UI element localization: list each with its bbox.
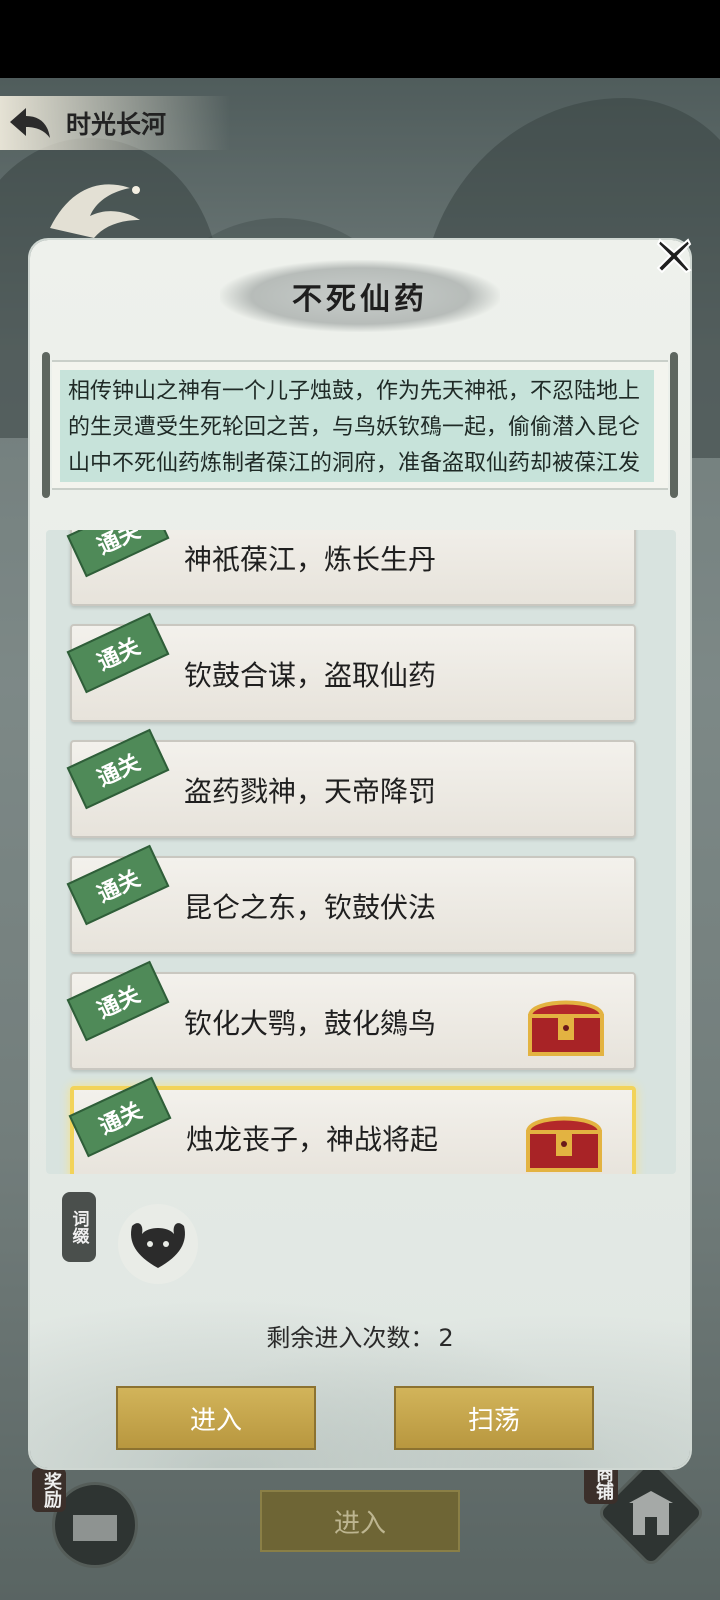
- gate-icon: [629, 1491, 673, 1535]
- reward-label: 奖励: [32, 1468, 66, 1512]
- cleared-badge: 通关: [68, 1076, 172, 1158]
- description-text: 相传钟山之神有一个儿子烛鼓，作为先天神祇，不忍陆地上的生灵遭受生死轮回之苦，与鸟…: [60, 370, 654, 482]
- reward-chest-icon: [73, 1515, 117, 1541]
- remaining-count: 2: [438, 1324, 454, 1352]
- back-button[interactable]: [0, 96, 60, 150]
- dialog-title: 不死仙药: [292, 282, 428, 317]
- remaining-entries: 剩余进入次数： 2: [30, 1318, 690, 1353]
- stage-name: 神祇葆江，炼长生丹: [184, 543, 437, 576]
- stage-item-3[interactable]: 通关 盗药戮神，天帝降罚: [66, 728, 636, 838]
- stage-name: 钦鼓合谋，盗取仙药: [184, 659, 437, 692]
- close-icon: [656, 238, 692, 274]
- status-bar: [0, 0, 720, 78]
- sweep-button[interactable]: 扫荡: [394, 1386, 594, 1450]
- cleared-badge: 通关: [66, 530, 170, 578]
- close-button[interactable]: [650, 232, 698, 280]
- stage-item-4[interactable]: 通关 昆仑之东，钦鼓伏法: [66, 844, 636, 954]
- stage-list[interactable]: 通关 神祇葆江，炼长生丹 通关 钦鼓合谋，盗取仙药 通关 盗药戮神，天帝降罚 通…: [46, 530, 676, 1174]
- stage-name: 盗药戮神，天帝降罚: [184, 775, 437, 808]
- back-arrow-icon: [10, 108, 50, 138]
- affix-mask-icon[interactable]: [118, 1204, 198, 1284]
- remaining-label: 剩余进入次数：: [266, 1324, 435, 1352]
- stage-item-5[interactable]: 通关 钦化大鹗，鼓化鵕鸟: [66, 960, 636, 1070]
- stage-item-2[interactable]: 通关 钦鼓合谋，盗取仙药: [66, 612, 636, 722]
- page-title: 时光长河: [66, 110, 167, 139]
- treasure-chest-icon[interactable]: [524, 988, 608, 1058]
- stage-name: 钦化大鹗，鼓化鵕鸟: [184, 1007, 437, 1040]
- cleared-badge: 通关: [66, 960, 170, 1042]
- crane-icon: [50, 184, 140, 238]
- stage-item-1[interactable]: 通关 神祇葆江，炼长生丹: [66, 530, 636, 606]
- treasure-chest-icon[interactable]: [522, 1104, 606, 1174]
- cleared-badge: 通关: [66, 728, 170, 810]
- cleared-badge: 通关: [66, 844, 170, 926]
- bottom-enter-button[interactable]: 进入: [260, 1490, 460, 1552]
- stage-name: 烛龙丧子，神战将起: [186, 1123, 439, 1156]
- top-bar: 时光长河: [0, 96, 230, 150]
- immortal-elixir-dialog: 不死仙药 相传钟山之神有一个儿子烛鼓，作为先天神祇，不忍陆地上的生灵遭受生死轮回…: [30, 240, 690, 1468]
- affix-label: 词缀: [62, 1192, 96, 1262]
- description-scroll[interactable]: 相传钟山之神有一个儿子烛鼓，作为先天神祇，不忍陆地上的生灵遭受生死轮回之苦，与鸟…: [42, 352, 678, 498]
- stage-item-6[interactable]: 通关 烛龙丧子，神战将起: [68, 1076, 636, 1174]
- dialog-title-banner: 不死仙药: [220, 260, 500, 332]
- affix-area: 词缀: [62, 1192, 262, 1292]
- cleared-badge: 通关: [66, 612, 170, 694]
- stage-name: 昆仑之东，钦鼓伏法: [184, 891, 437, 924]
- enter-button[interactable]: 进入: [116, 1386, 316, 1450]
